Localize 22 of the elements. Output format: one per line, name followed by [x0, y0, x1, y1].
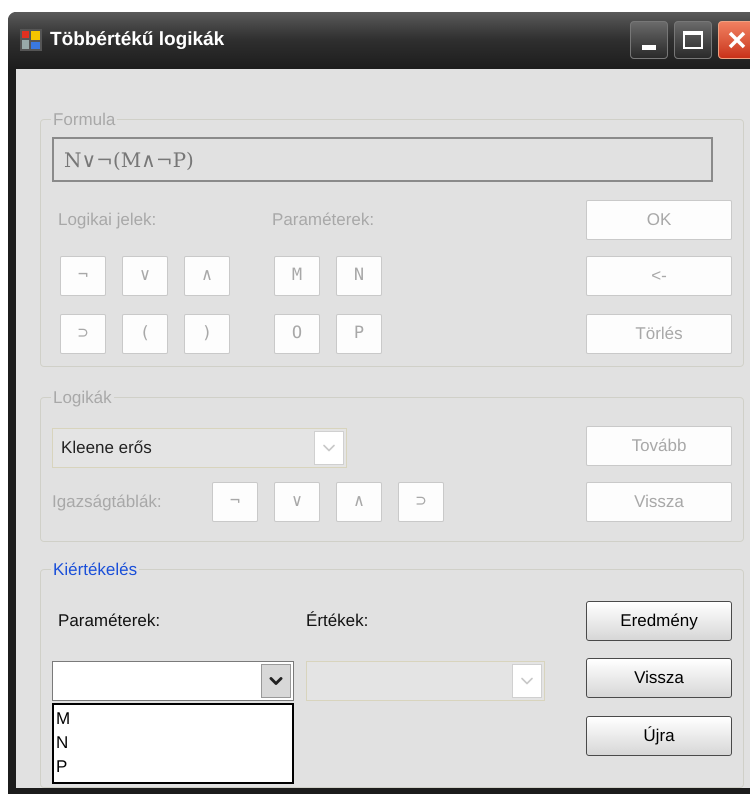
group-title: Formula [52, 108, 116, 130]
field-label: Paraméterek: [272, 209, 374, 232]
field-label: Paraméterek: [58, 610, 162, 632]
field-label: Logikai jelek: [58, 209, 158, 232]
dropdown-option[interactable]: P [56, 755, 292, 779]
group-title: Logikák [52, 387, 113, 409]
field-label: Igazságtáblák: [52, 490, 163, 513]
action-button[interactable]: Vissza [586, 658, 732, 698]
action-button[interactable]: Eredmény [586, 601, 732, 641]
dropdown-field[interactable] [52, 661, 294, 701]
minimize-button[interactable] [630, 21, 668, 60]
dropdown-chevron-icon[interactable] [261, 664, 291, 698]
dropdown-option[interactable]: N [56, 731, 292, 755]
dropdown-option[interactable]: M [56, 707, 292, 731]
action-button[interactable]: Újra [586, 716, 732, 756]
field-label: Értékek: [306, 610, 368, 632]
window-title: Többértékű logikák [50, 28, 224, 52]
close-icon[interactable] [727, 30, 747, 50]
close-button[interactable] [718, 21, 750, 60]
app-icon [20, 29, 42, 52]
maximize-button[interactable] [674, 21, 712, 60]
group-title: Kiértékelés [52, 558, 138, 580]
